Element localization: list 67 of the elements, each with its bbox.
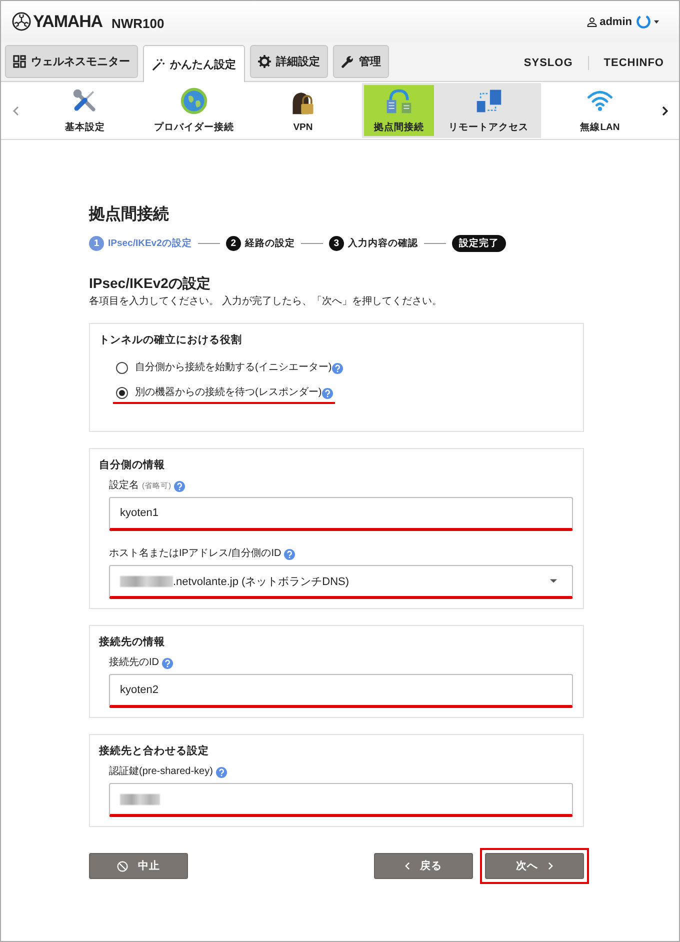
help-icon[interactable] [216, 766, 227, 778]
remote-devices-icon [474, 87, 502, 115]
section-title: 接続先の情報 [99, 635, 166, 649]
section-heading: IPsec/IKEv2の設定 [89, 274, 212, 292]
user-menu-button[interactable]: admin [586, 14, 659, 29]
buildings-cloud-icon [385, 87, 413, 115]
step-label: 入力内容の確認 [348, 236, 418, 250]
gear-icon [258, 55, 271, 68]
feature-nav-item[interactable]: リモートアクセス [436, 83, 541, 138]
cancel-icon [117, 860, 128, 872]
radio-button[interactable] [116, 362, 128, 374]
dropdown-caret-icon [550, 579, 557, 583]
step-label: IPsec/IKEv2の設定 [108, 236, 192, 250]
field-label: 認証鍵(pre-shared-key) [109, 765, 213, 779]
feature-nav-item[interactable]: 拠点間接続 [362, 83, 436, 138]
step-number-badge: 3 [328, 236, 344, 250]
model-name: NWR100 [111, 16, 164, 31]
help-icon[interactable] [332, 362, 343, 374]
step-label: 経路の設定 [244, 236, 295, 250]
feature-nav-item[interactable]: プロバイダー接続 [144, 83, 244, 138]
main-tab[interactable]: 管理 [333, 45, 389, 78]
brand-logo-text: YAMAHA [33, 12, 102, 32]
text-input[interactable]: kyoten2 [109, 674, 573, 708]
radio-option[interactable]: 別の機器からの接続を待つ(レスポンダー) [113, 384, 335, 404]
help-icon[interactable] [174, 480, 185, 492]
action-button[interactable]: 次へ [485, 853, 584, 879]
chevron-left-icon [12, 106, 18, 116]
password-field[interactable] [109, 783, 573, 817]
field-label: 設定名 [109, 479, 139, 493]
feature-nav-item[interactable]: 基本設定 [35, 83, 135, 138]
feature-nav-item[interactable]: 無線LAN [550, 83, 650, 138]
field-label: 接続先のID [109, 656, 159, 670]
radio-option[interactable]: 自分側から接続を始動する(イニシエーター) [113, 359, 345, 379]
action-button[interactable]: 中止 [89, 853, 188, 879]
main-tab[interactable]: ウェルネスモニター [5, 45, 138, 78]
step-number-badge: 2 [226, 236, 241, 250]
text-input[interactable]: kyoten1 [109, 497, 573, 531]
chevron-left-icon [405, 862, 410, 870]
header-link[interactable]: TECHINFO [588, 57, 679, 69]
chevron-right-icon [662, 106, 668, 116]
page-title: 拠点間接続 [89, 205, 170, 225]
main-tab[interactable]: かんたん設定 [143, 45, 245, 82]
chevron-right-icon [548, 862, 553, 870]
globe-icon [180, 87, 208, 115]
field-label: ホスト名またはIPアドレス/自分側のID [109, 547, 282, 561]
select-field[interactable]: .netvolante.jp (ネットボランチDNS) [109, 565, 573, 599]
loading-ring-icon [636, 14, 651, 29]
section-title: トンネルの確立における役割 [99, 333, 243, 347]
section-title: 自分側の情報 [99, 458, 166, 472]
instruction-text: 各項目を入力してください。 入力が完了したら、「次へ」を押してください。 [89, 295, 443, 309]
section-title: 接続先と合わせる設定 [99, 744, 210, 758]
header-link[interactable]: SYSLOG [508, 57, 588, 69]
grid-icon [13, 55, 26, 68]
wrench-icon [341, 55, 354, 68]
action-button[interactable]: 戻る [374, 853, 473, 879]
tuning-fork-emblem-icon [12, 12, 31, 31]
step-number-badge: 1 [89, 236, 104, 250]
main-tab[interactable]: 詳細設定 [250, 45, 328, 78]
help-icon[interactable] [284, 548, 296, 560]
radio-button[interactable] [116, 387, 128, 399]
help-icon[interactable] [322, 388, 333, 398]
feature-nav-item[interactable]: VPN [253, 83, 353, 138]
help-icon[interactable] [162, 658, 173, 668]
step-badge: 設定完了 [452, 234, 506, 252]
user-icon [586, 16, 597, 26]
caret-icon [654, 20, 659, 24]
magic-wand-icon [152, 58, 165, 70]
